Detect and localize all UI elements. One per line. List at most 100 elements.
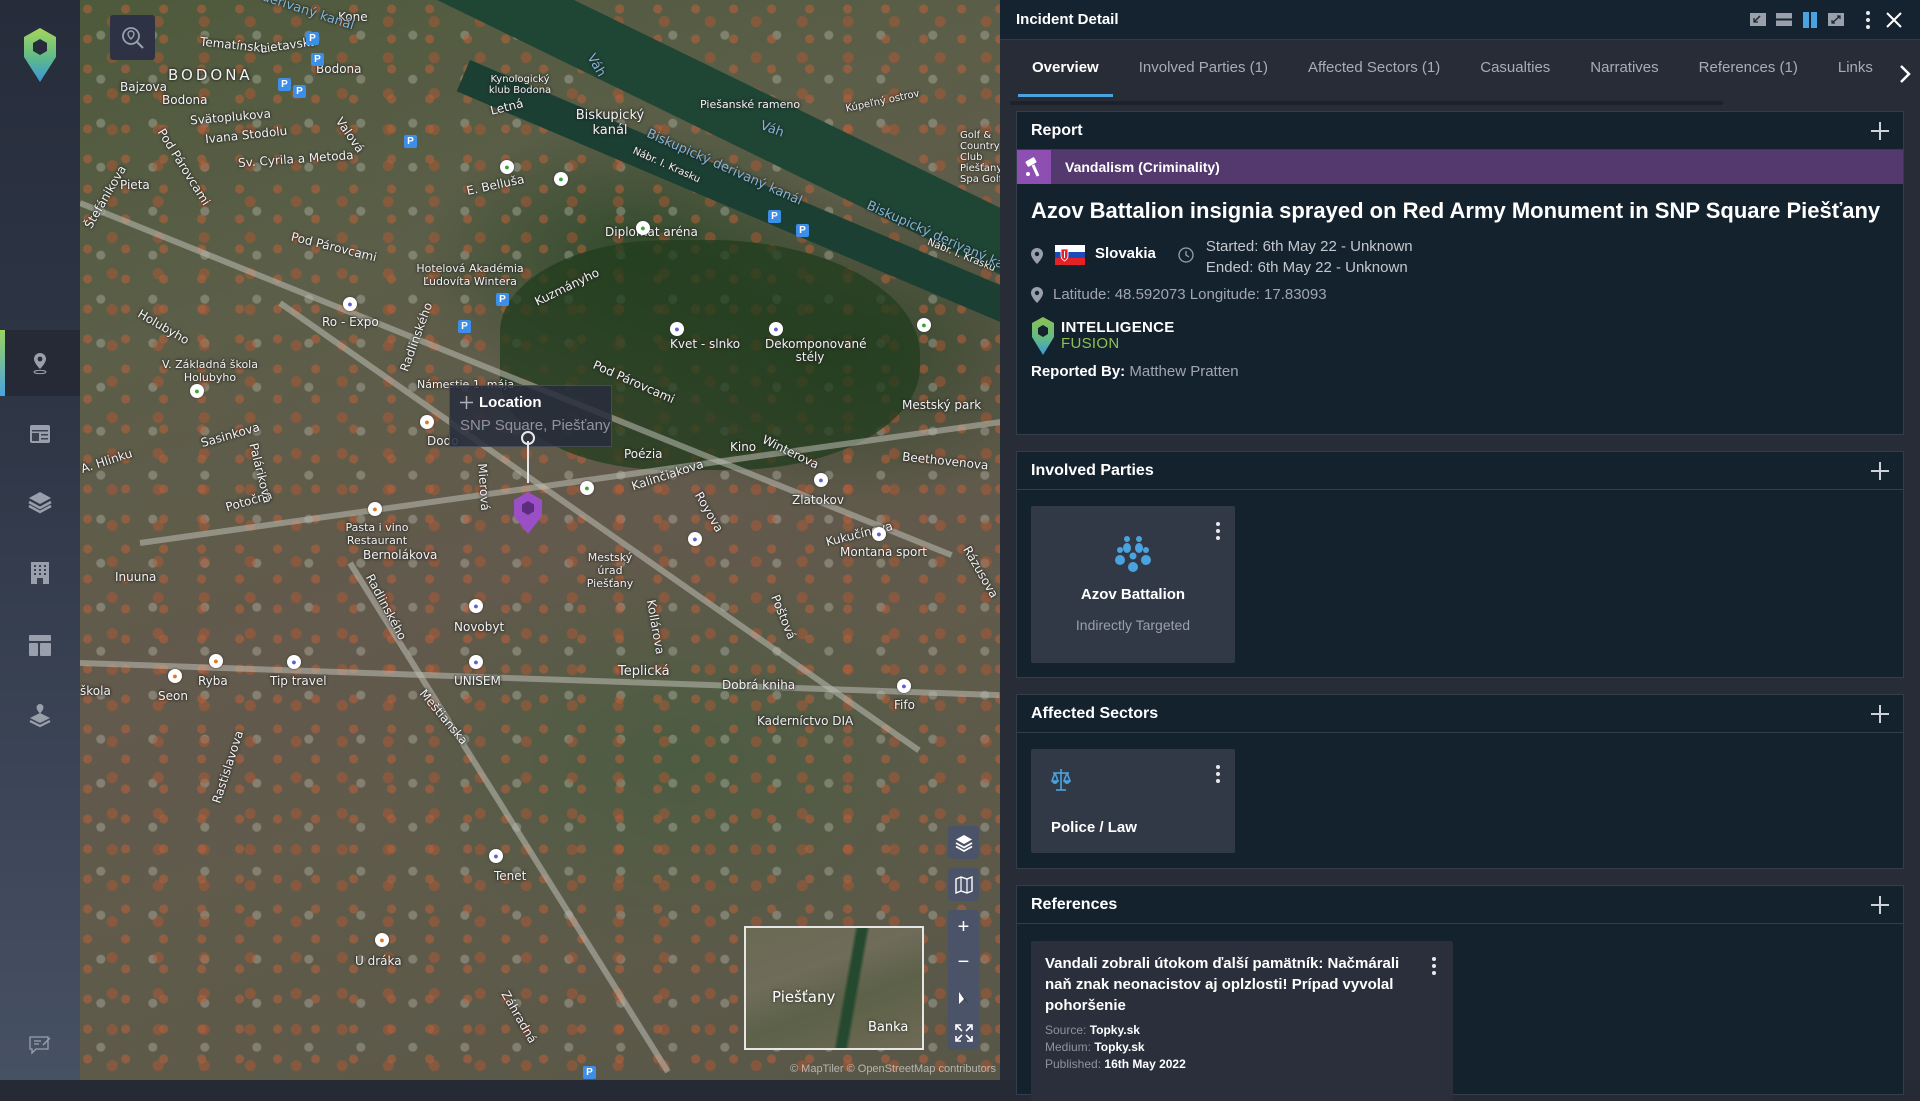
affected-sectors-header: Affected Sectors [1017, 695, 1903, 733]
map-label: Ryba [198, 674, 228, 688]
parking-icon: P [293, 85, 306, 98]
map-search-icon [121, 26, 144, 49]
app-logo-icon [24, 28, 56, 82]
tab-overview[interactable]: Overview [1018, 59, 1113, 97]
party-tile[interactable]: Azov Battalion Indirectly Targeted [1031, 506, 1235, 663]
map-label: Mestský úrad Piešťany [586, 551, 634, 590]
country-name: Slovakia [1095, 245, 1156, 262]
map-label: V. Základná škola Holubyho [162, 358, 258, 384]
reference-title[interactable]: Vandali zobrali útokom ďalší pamätník: N… [1045, 953, 1415, 1016]
layout-icon [29, 635, 51, 656]
party-menu-button[interactable] [1213, 520, 1223, 542]
references-card: References Vandali zobrali útokom ďalší … [1016, 885, 1904, 1101]
map-fold-icon [954, 875, 973, 894]
restaurant-poi-icon: ● [368, 502, 382, 516]
add-reference-button[interactable] [1871, 895, 1889, 914]
map-layers-control[interactable] [948, 826, 979, 859]
add-report-button[interactable] [1871, 121, 1889, 140]
feedback-button[interactable] [0, 1012, 80, 1078]
nav-item-dashboard[interactable] [0, 612, 80, 678]
zoom-out-button[interactable]: − [948, 945, 979, 980]
newspaper-icon [30, 425, 50, 443]
expand-icon [1828, 13, 1844, 26]
map-label: Biskupický kanál [575, 108, 645, 138]
zoom-in-button[interactable]: + [948, 910, 979, 945]
map-label: Bernolákova [363, 548, 438, 562]
sector-tile[interactable]: Police / Law [1031, 749, 1235, 853]
map-pin-icon [33, 353, 47, 375]
pin-layers-icon [29, 704, 51, 728]
shop-poi-icon: ● [814, 473, 828, 487]
tab-links[interactable]: Links [1824, 59, 1887, 91]
basemap-control[interactable] [948, 868, 979, 901]
map-search-button[interactable] [110, 15, 155, 60]
tab-casualties[interactable]: Casualties [1466, 59, 1564, 91]
split-vertical-button[interactable] [1800, 10, 1820, 30]
nav-item-reports[interactable] [0, 401, 80, 467]
section-title: Involved Parties [1031, 461, 1154, 479]
location-drag-handle[interactable] [521, 431, 535, 445]
map-label: Hotelová Akadémia Ľudovíta Wintera [416, 262, 524, 288]
involved-parties-card: Involved Parties Azov Battalion Indirect… [1016, 451, 1904, 678]
add-party-button[interactable] [1871, 461, 1889, 480]
map-label: Pieta [120, 178, 150, 192]
nav-item-map[interactable] [0, 330, 80, 396]
reference-menu-button[interactable] [1429, 955, 1439, 977]
more-vertical-icon [1866, 10, 1870, 29]
tab-involved-parties[interactable]: Involved Parties (1) [1125, 59, 1282, 91]
shop-poi-icon: ● [287, 655, 301, 669]
add-sector-button[interactable] [1871, 704, 1889, 723]
start-date: Started: 6th May 22 - Unknown [1205, 238, 1413, 255]
map-label: Kaderníctvo DIA [757, 714, 854, 728]
logo-line-2: FUSION [1061, 335, 1120, 352]
parking-icon: P [458, 320, 471, 333]
overview-minimap[interactable]: Piešťany Banka [744, 926, 924, 1050]
location-date-row: Slovakia Started: 6th May 22 - Unknown E… [1017, 236, 1903, 278]
tab-narratives[interactable]: Narratives [1576, 59, 1672, 91]
map-label: Seon [158, 689, 188, 703]
affected-sectors-card: Affected Sectors Police / Law [1016, 694, 1904, 869]
parking-icon: P [768, 210, 781, 223]
tab-affected-sectors[interactable]: Affected Sectors (1) [1294, 59, 1454, 91]
tabs-scrollbar[interactable] [1010, 101, 1723, 105]
map-layers-button[interactable] [948, 826, 979, 859]
move-icon [460, 396, 473, 409]
map-label: Dobrá kniha [722, 678, 796, 692]
nav-rail [0, 0, 80, 1080]
minimap-label: Piešťany [772, 988, 836, 1006]
nav-item-layers[interactable] [0, 469, 80, 535]
close-panel-button[interactable] [1884, 10, 1904, 30]
basemap-button[interactable] [948, 868, 979, 901]
location-leader-line [527, 441, 529, 483]
tab-references[interactable]: References (1) [1685, 59, 1812, 91]
dock-left-button[interactable] [1748, 10, 1768, 30]
expand-button[interactable] [1826, 10, 1846, 30]
sector-name: Police / Law [1051, 819, 1137, 836]
map-label: škola [80, 684, 111, 698]
parking-icon: P [311, 53, 324, 66]
more-options-button[interactable] [1858, 10, 1878, 30]
end-date: Ended: 6th May 22 - Unknown [1205, 259, 1408, 276]
tabs-scroll-right-button[interactable] [1890, 58, 1920, 90]
split-horizontal-button[interactable] [1774, 10, 1794, 30]
map-label: Piešanské rameno [700, 98, 801, 111]
sports-poi-icon: ● [500, 160, 514, 174]
source-label: Source: [1045, 1023, 1087, 1037]
fullscreen-icon [954, 1023, 973, 1042]
sports-poi-icon: ● [554, 172, 568, 186]
fullscreen-button[interactable] [948, 1015, 979, 1050]
nav-item-location-layers[interactable] [0, 683, 80, 749]
party-role: Indirectly Targeted [1075, 617, 1191, 633]
report-header: Report [1017, 112, 1903, 150]
map-canvas[interactable]: BODONA Tematínska Lietavská Bodona Bajzo… [80, 0, 1000, 1080]
compass-button[interactable] [948, 980, 979, 1015]
party-name: Azov Battalion [1080, 586, 1186, 603]
location-pin-icon [1031, 286, 1043, 303]
map-label: Poézia [624, 447, 663, 461]
incident-pin-icon[interactable] [513, 492, 543, 534]
medium-label: Medium: [1045, 1040, 1092, 1054]
nav-item-buildings[interactable] [0, 540, 80, 606]
sector-menu-button[interactable] [1213, 763, 1223, 785]
minimap-label: Banka [868, 1020, 909, 1035]
reference-tile[interactable]: Vandali zobrali útokom ďalší pamätník: N… [1031, 941, 1453, 1101]
